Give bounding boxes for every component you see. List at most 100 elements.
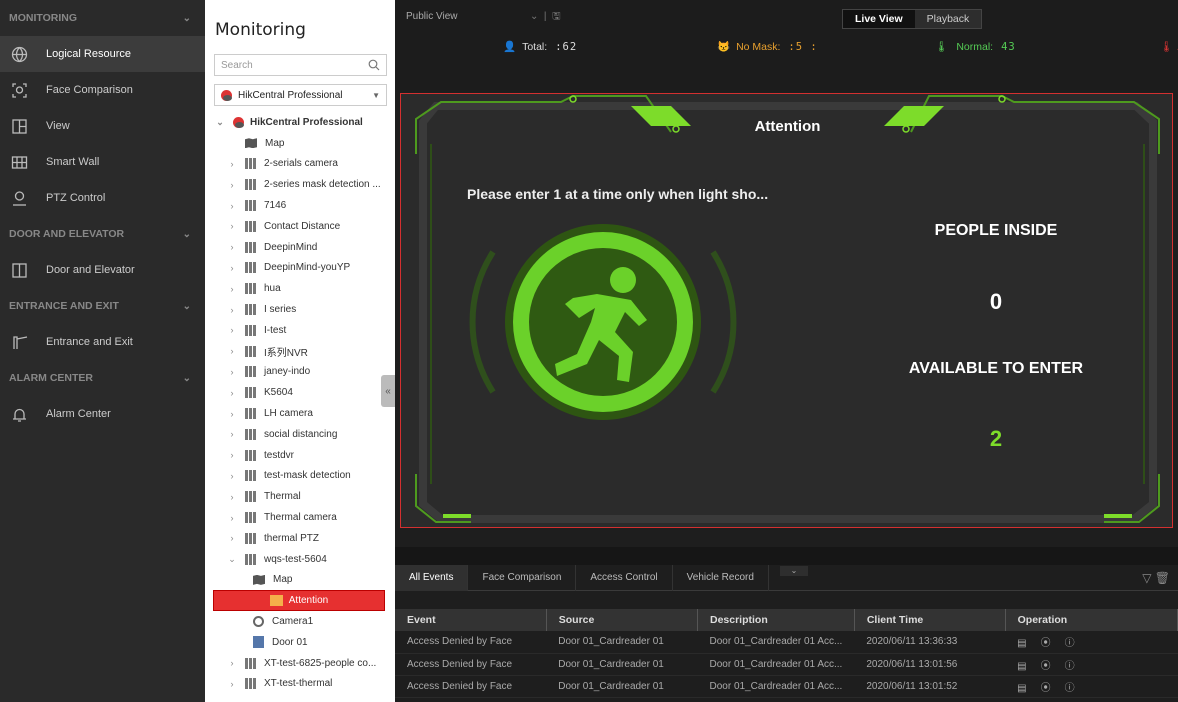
tab-vehicle-record[interactable]: Vehicle Record — [673, 564, 769, 591]
chevron-down-icon[interactable]: ⌄ — [183, 229, 191, 240]
column-header[interactable]: Client Time — [854, 609, 1006, 631]
tree-item[interactable]: › XT-test-thermal — [205, 674, 395, 695]
tab-live-view[interactable]: Live View — [843, 10, 915, 28]
chevron-right-icon[interactable]: › — [227, 201, 237, 211]
nav-item-smart-wall[interactable]: Smart Wall — [0, 144, 205, 180]
nav-item-ptz-control[interactable]: PTZ Control — [0, 180, 205, 216]
play-icon[interactable]: ⦿ — [1041, 683, 1051, 694]
column-header[interactable]: Description — [697, 609, 855, 631]
expand-icon[interactable]: ⌄ — [215, 117, 225, 128]
chevron-right-icon[interactable]: › — [227, 409, 237, 419]
nav-item-door-and-elevator[interactable]: Door and Elevator — [0, 252, 205, 288]
tree-item[interactable]: Door 01 — [205, 632, 395, 653]
chevron-right-icon[interactable]: › — [227, 658, 237, 668]
tree-item[interactable]: Map — [205, 133, 395, 154]
info-icon[interactable]: ⓘ — [1065, 638, 1075, 649]
tree-item[interactable]: › XT-test-6825-people co... — [205, 653, 395, 674]
tree-item[interactable]: Camera1 — [205, 611, 395, 632]
chevron-down-icon[interactable]: ⌄ — [183, 301, 191, 312]
tree-item[interactable]: › social distancing — [205, 424, 395, 445]
collapse-panel-button[interactable]: « — [381, 375, 395, 407]
chevron-down-icon[interactable]: ⌄ — [227, 554, 237, 565]
attention-panel[interactable]: Attention Please enter 1 at a time only … — [400, 93, 1173, 528]
tree-item[interactable]: › janey-indo — [205, 362, 395, 383]
nav-section-header[interactable]: DOOR AND ELEVATOR ⌄ — [0, 216, 205, 252]
table-row[interactable]: Access Denied by Face Door 01_Cardreader … — [395, 631, 1178, 654]
chevron-right-icon[interactable]: › — [227, 221, 237, 231]
nav-section-header[interactable]: ENTRANCE AND EXIT ⌄ — [0, 288, 205, 324]
chevron-right-icon[interactable]: › — [227, 492, 237, 502]
tree-item[interactable]: ⌄ wqs-test-5604 — [205, 549, 395, 570]
nav-section-header[interactable]: ALARM CENTER ⌄ — [0, 360, 205, 396]
nav-item-entrance-and-exit[interactable]: Entrance and Exit — [0, 324, 205, 360]
tree-item[interactable]: › I-test — [205, 320, 395, 341]
tree-item[interactable]: › I系列NVR — [205, 341, 395, 362]
tree-item[interactable]: › Thermal — [205, 486, 395, 507]
event-detail-icon[interactable]: ▤ — [1017, 683, 1026, 694]
chevron-right-icon[interactable]: › — [227, 388, 237, 398]
chevron-right-icon[interactable]: › — [227, 450, 237, 460]
filter-icon[interactable]: ▽ 🗑 — [1142, 571, 1170, 585]
tree-item[interactable]: › I series — [205, 299, 395, 320]
table-row[interactable]: Access Denied by Face Door 01_Cardreader … — [395, 675, 1178, 698]
play-icon[interactable]: ⦿ — [1041, 661, 1051, 672]
tree-item[interactable]: Map — [205, 570, 395, 591]
chevron-right-icon[interactable]: › — [227, 429, 237, 439]
tab-all-events[interactable]: All Events — [395, 564, 469, 591]
chevron-right-icon[interactable]: › — [227, 242, 237, 252]
tree-item[interactable]: › LH camera — [205, 403, 395, 424]
nav-item-logical-resource[interactable]: Logical Resource — [0, 36, 205, 72]
tree-item[interactable]: › thermal PTZ — [205, 528, 395, 549]
expand-panel-handle[interactable]: ⌄ — [780, 566, 808, 576]
event-detail-icon[interactable]: ▤ — [1017, 638, 1026, 649]
nav-item-alarm-center[interactable]: Alarm Center — [0, 396, 205, 432]
tree-item[interactable]: › Contact Distance — [205, 216, 395, 237]
event-detail-icon[interactable]: ▤ — [1017, 661, 1026, 672]
tree-item[interactable]: › DeepinMind-youYP — [205, 258, 395, 279]
search-input[interactable]: Search — [214, 54, 387, 76]
info-icon[interactable]: ⓘ — [1065, 683, 1075, 694]
table-row[interactable]: Access Denied by Face Door 01_Cardreader … — [395, 653, 1178, 676]
tree-item[interactable]: › testdvr — [205, 445, 395, 466]
nav-item-face-comparison[interactable]: Face Comparison — [0, 72, 205, 108]
chevron-right-icon[interactable]: › — [227, 180, 237, 190]
search-icon[interactable] — [368, 59, 380, 71]
tree-item[interactable]: › 2-series mask detection ... — [205, 174, 395, 195]
tree-item[interactable]: › test-mask detection — [205, 466, 395, 487]
chevron-right-icon[interactable]: › — [227, 305, 237, 315]
tree-item[interactable]: › 7146 — [205, 195, 395, 216]
column-header[interactable]: Operation — [1005, 609, 1178, 631]
play-icon[interactable]: ⦿ — [1041, 638, 1051, 649]
chevron-right-icon[interactable]: › — [227, 325, 237, 335]
chevron-right-icon[interactable]: › — [227, 513, 237, 523]
chevron-right-icon[interactable]: › — [227, 284, 237, 294]
tab-playback[interactable]: Playback — [914, 10, 982, 28]
chevron-right-icon[interactable]: › — [227, 679, 237, 689]
chevron-right-icon[interactable]: › — [227, 263, 237, 273]
chevron-right-icon[interactable]: › — [227, 346, 237, 356]
chevron-down-icon[interactable]: ⌄ — [183, 373, 191, 384]
tree-item[interactable]: › 2-serials camera — [205, 154, 395, 175]
nav-section-header[interactable]: MONITORING ⌄ — [0, 0, 205, 36]
chevron-right-icon[interactable]: › — [227, 533, 237, 543]
tab-access-control[interactable]: Access Control — [576, 564, 673, 591]
tab-face-comparison[interactable]: Face Comparison — [468, 564, 577, 591]
tree-root[interactable]: ⌄ HikCentral Professional — [205, 112, 395, 133]
column-header[interactable]: Event — [395, 609, 547, 631]
column-header[interactable]: Source — [546, 609, 698, 631]
tree-item[interactable]: › DeepinMind — [205, 237, 395, 258]
chevron-right-icon[interactable]: › — [227, 367, 237, 377]
view-selector[interactable]: Public View — [406, 11, 458, 22]
tree-item[interactable]: Attention — [213, 590, 385, 612]
info-icon[interactable]: ⓘ — [1065, 661, 1075, 672]
nav-item-view[interactable]: View — [0, 108, 205, 144]
tree-item[interactable]: › K5604 — [205, 382, 395, 403]
tree-item[interactable]: › hua — [205, 278, 395, 299]
chevron-right-icon[interactable]: › — [227, 159, 237, 169]
view-chevron-icon[interactable]: ⌄ | 🖫 — [530, 9, 561, 26]
tree-item[interactable]: › Thermal camera — [205, 507, 395, 528]
site-dropdown[interactable]: HikCentral Professional ▼ — [214, 84, 387, 106]
chevron-down-icon[interactable]: ⌄ — [183, 13, 191, 24]
save-icon[interactable]: 🖫 — [552, 11, 561, 22]
chevron-right-icon[interactable]: › — [227, 471, 237, 481]
